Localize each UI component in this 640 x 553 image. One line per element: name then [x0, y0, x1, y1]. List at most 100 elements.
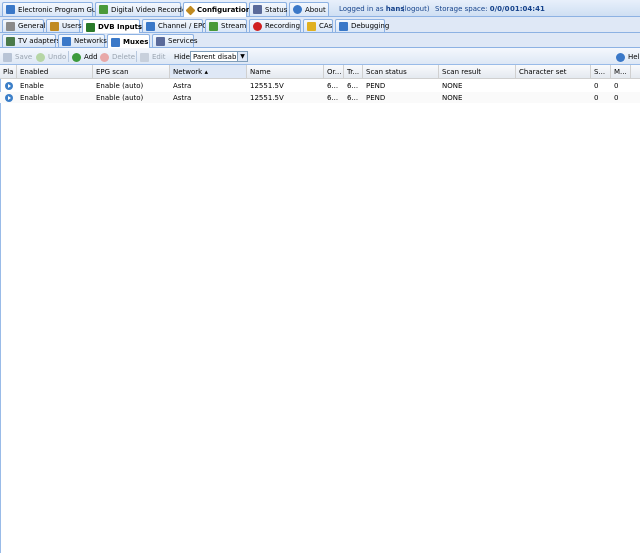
chevron-down-icon: ▼ [237, 52, 247, 61]
tab-label: CAs [319, 22, 333, 30]
cell-orbital[interactable]: 6... [324, 80, 344, 91]
edit-button[interactable]: Edit [140, 51, 166, 63]
column-header-scan-result[interactable]: Scan result [439, 65, 516, 78]
storage-status: Storage space: 0/0/0 [435, 3, 509, 15]
cell-orbital[interactable]: 6... [324, 92, 344, 103]
column-header-epg-scan[interactable]: EPG scan [93, 65, 170, 78]
users-icon [50, 21, 59, 31]
cell-transport[interactable]: 6... [344, 92, 363, 103]
tab-services[interactable]: Services [152, 34, 198, 47]
tab-label: Digital Video Recorder [111, 5, 190, 14]
antenna-icon [62, 36, 71, 46]
cell-enabled[interactable]: Enable [17, 80, 93, 91]
info-icon [293, 5, 302, 14]
cell-scan-result[interactable]: NONE [439, 80, 516, 91]
login-status: Logged in as hans [339, 3, 405, 15]
tab-configuration[interactable]: Configuration [183, 2, 251, 17]
help-button[interactable]: Help [616, 51, 640, 63]
cell-network[interactable]: Astra [170, 92, 247, 103]
cell-epg-scan[interactable]: Enable (auto) [93, 80, 170, 91]
column-header-services[interactable]: S... [591, 65, 611, 78]
tab-channel-epg[interactable]: Channel / EPG [142, 19, 208, 32]
cell-services[interactable]: 0 [591, 92, 611, 103]
hide-select-value: Parent disable [193, 52, 243, 61]
tab-networks[interactable]: Networks [58, 34, 107, 47]
undo-label: Undo [48, 53, 67, 61]
tab-dvr[interactable]: Digital Video Recorder [95, 2, 189, 16]
main-tab-bar: Electronic Program Guide Digital Video R… [0, 0, 640, 17]
cell-name[interactable]: 12551.5V [247, 92, 324, 103]
delete-label: Delete [112, 53, 135, 61]
cell-epg-scan[interactable]: Enable (auto) [93, 92, 170, 103]
cell-network[interactable]: Astra [170, 80, 247, 91]
tab-label: Electronic Program Guide [18, 5, 108, 14]
tab-label: DVB Inputs [98, 23, 143, 31]
help-icon [616, 52, 625, 62]
table-row[interactable]: Enable Enable (auto) Astra 12551.5V 6...… [0, 92, 640, 103]
tab-dvb-inputs[interactable]: DVB Inputs [82, 19, 143, 34]
cell-m[interactable]: 0 [611, 80, 631, 91]
tab-status[interactable]: Status [249, 2, 287, 16]
grid-header: Pla Enabled EPG scan Network ▴ Name Or..… [0, 65, 640, 79]
column-header-m[interactable]: M... [611, 65, 631, 78]
cell-scan-status[interactable]: PEND [363, 92, 439, 103]
cell-scan-status[interactable]: PEND [363, 80, 439, 91]
play-icon[interactable] [5, 81, 13, 90]
cell-enabled[interactable]: Enable [17, 92, 93, 103]
play-cell[interactable] [2, 80, 16, 91]
hide-select[interactable]: Parent disable ▼ [190, 51, 248, 62]
tab-users[interactable]: Users [46, 19, 82, 32]
column-header-orbital[interactable]: Or... [324, 65, 344, 78]
tab-stream[interactable]: Stream [205, 19, 247, 32]
add-button[interactable]: Add [72, 51, 98, 63]
tab-tv-adapters[interactable]: TV adapters [2, 34, 60, 47]
recording-icon [253, 21, 262, 31]
column-header-transport[interactable]: Tr... [344, 65, 363, 78]
general-icon [6, 21, 15, 31]
column-header-enabled[interactable]: Enabled [17, 65, 93, 78]
tab-label: Networks [74, 37, 107, 45]
tab-label: Channel / EPG [158, 22, 208, 30]
help-label: Help [628, 53, 640, 61]
tab-label: Services [168, 37, 198, 45]
login-prefix: Logged in as [339, 5, 384, 13]
storage-value: 0/0/0 [489, 5, 510, 13]
play-icon[interactable] [5, 93, 13, 102]
cell-transport[interactable]: 6... [344, 80, 363, 91]
cell-services[interactable]: 0 [591, 80, 611, 91]
save-label: Save [15, 53, 33, 61]
toolbar-separator [136, 51, 137, 62]
wrench-icon [185, 5, 196, 15]
cell-name[interactable]: 12551.5V [247, 80, 324, 91]
tab-muxes[interactable]: Muxes [107, 34, 150, 49]
column-header-network[interactable]: Network ▴ [170, 65, 247, 78]
status-icon [253, 5, 262, 14]
dvr-icon [99, 5, 108, 14]
dvb-icon [86, 22, 95, 32]
play-cell[interactable] [2, 92, 16, 103]
dvb-tab-bar: TV adapters Networks Muxes Services [0, 33, 640, 49]
undo-button[interactable]: Undo [36, 51, 66, 63]
tab-debugging[interactable]: Debugging [335, 19, 389, 32]
cell-scan-result[interactable]: NONE [439, 92, 516, 103]
hide-label: Hide [174, 53, 190, 61]
save-button[interactable]: Save [3, 51, 32, 63]
table-row[interactable]: Enable Enable (auto) Astra 12551.5V 6...… [0, 80, 640, 91]
delete-button[interactable]: Delete [100, 51, 135, 63]
tab-general[interactable]: General [2, 19, 46, 32]
cell-character-set[interactable] [516, 92, 591, 103]
column-header-character-set[interactable]: Character set [516, 65, 591, 78]
tab-recording[interactable]: Recording [249, 19, 301, 32]
column-header-scan-status[interactable]: Scan status [363, 65, 439, 78]
tab-epg[interactable]: Electronic Program Guide [2, 2, 107, 16]
column-header-play[interactable]: Pla [0, 65, 17, 78]
tab-label: Users [62, 22, 82, 30]
logout-link[interactable]: (logout) [402, 3, 430, 15]
add-label: Add [84, 53, 98, 61]
tab-label: Configuration [197, 6, 251, 14]
cell-m[interactable]: 0 [611, 92, 631, 103]
cell-character-set[interactable] [516, 80, 591, 91]
tab-about[interactable]: About [289, 2, 329, 16]
tab-cas[interactable]: CAs [303, 19, 333, 32]
column-header-name[interactable]: Name [247, 65, 324, 78]
